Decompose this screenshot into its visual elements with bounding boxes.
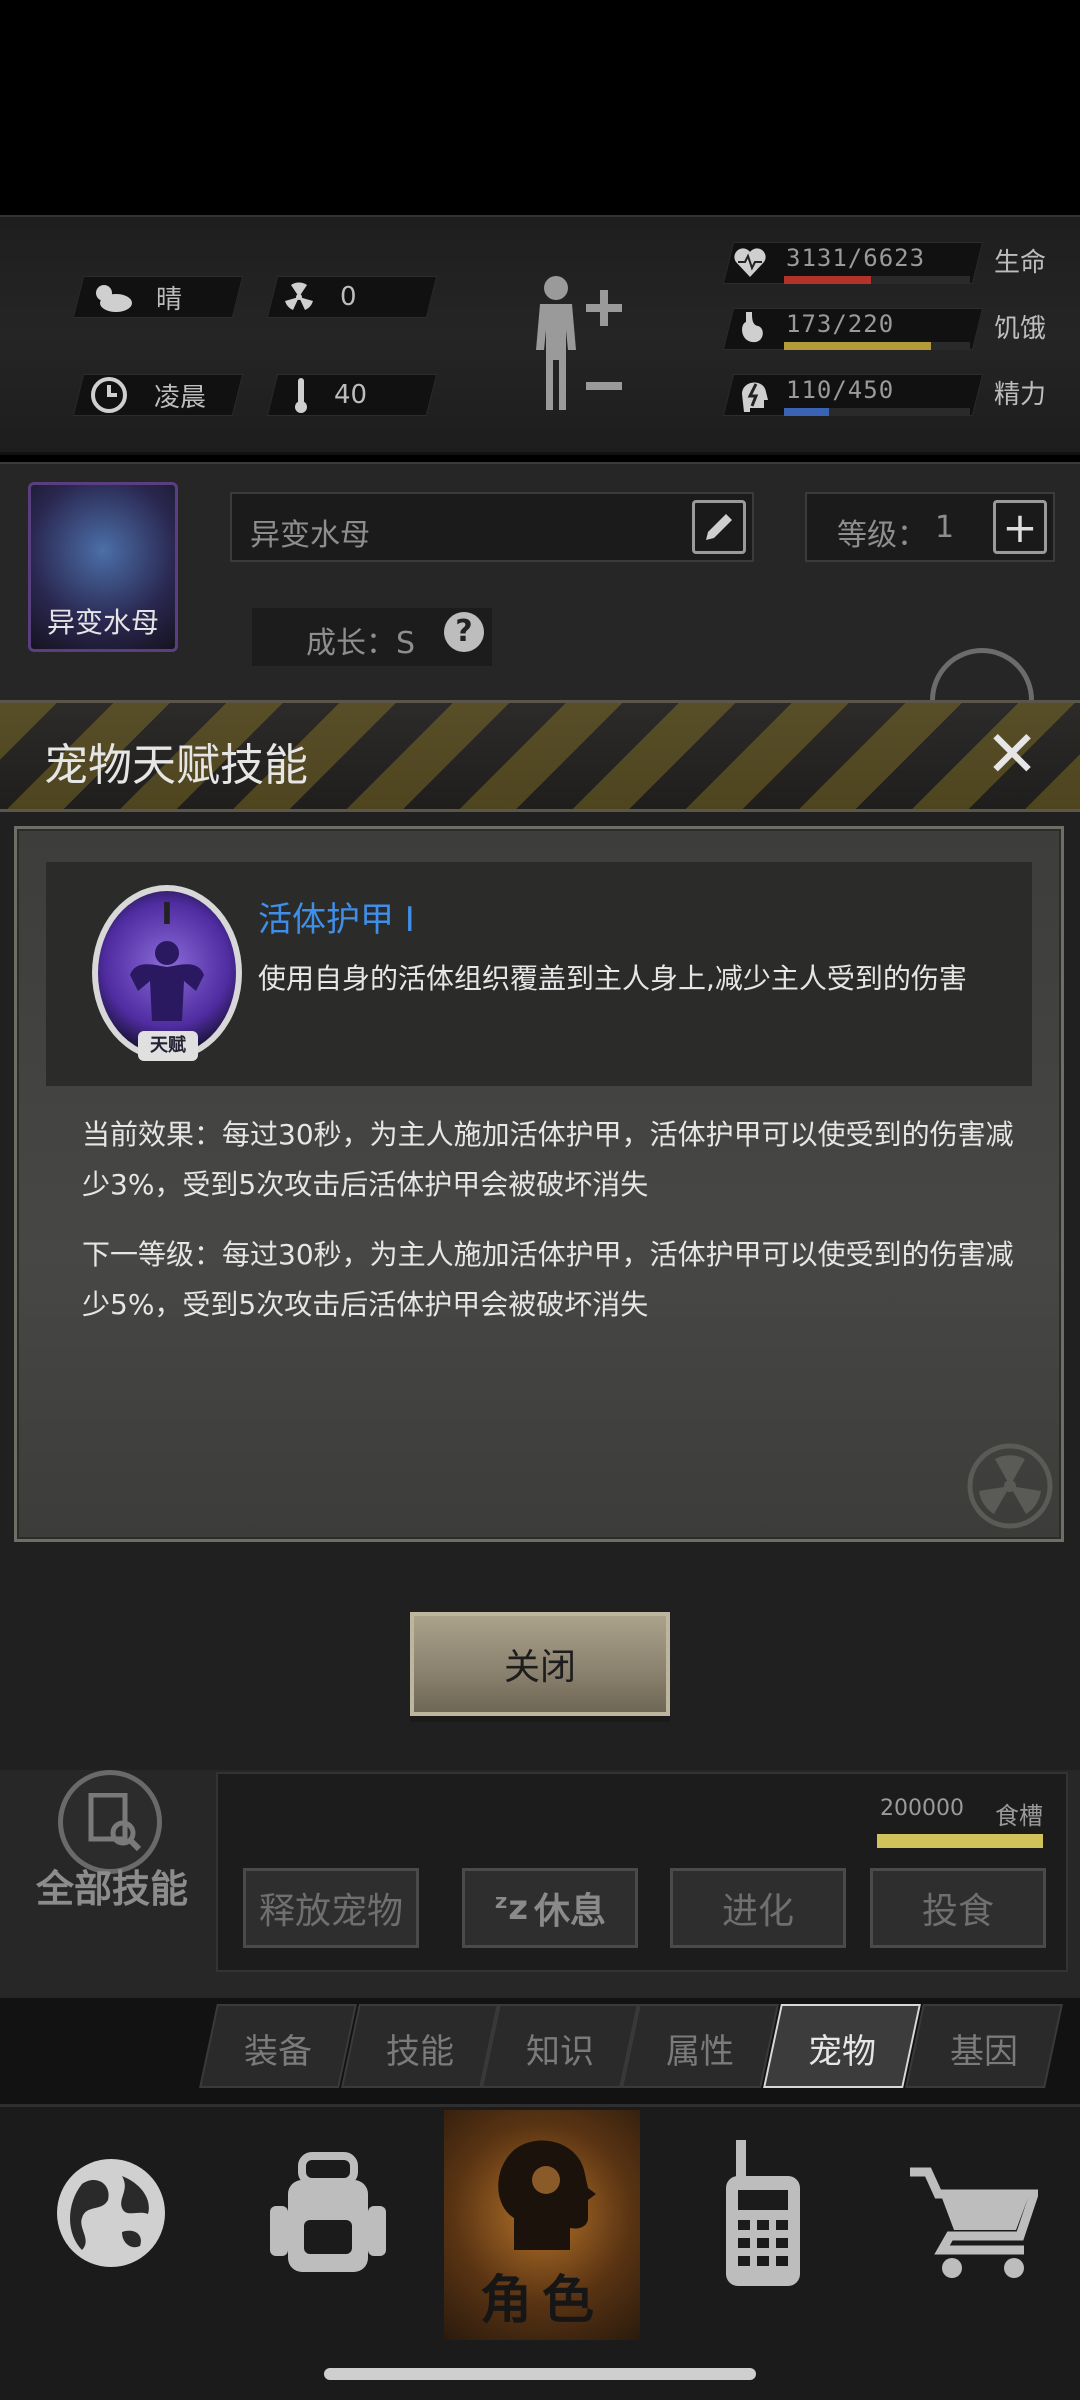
- temperature-value: 40: [334, 380, 368, 410]
- stomach-icon: [742, 312, 763, 343]
- nav-backpack[interactable]: [228, 2110, 424, 2340]
- growth-label: 成长：S: [306, 626, 416, 661]
- close-button[interactable]: 关闭: [410, 1612, 670, 1716]
- head-profile-icon: [498, 2140, 596, 2250]
- pet-name-text: 异变水母: [250, 518, 370, 553]
- globe-icon: [57, 2159, 165, 2267]
- pet-level-box: 等级： 1 +: [805, 492, 1055, 562]
- tab-pet[interactable]: 宠物: [772, 2024, 912, 2073]
- radiation-watermark-icon: [967, 1443, 1053, 1529]
- skill-icon: I 天赋: [92, 885, 242, 1061]
- close-icon[interactable]: ✕: [980, 723, 1044, 789]
- energy-bar: [784, 408, 970, 416]
- energy-label: 精力: [994, 380, 1047, 410]
- thermometer-icon: [295, 378, 307, 413]
- energy-value: 110/450: [786, 376, 895, 404]
- tab-attributes[interactable]: 属性: [630, 2024, 770, 2073]
- clock-icon: [91, 377, 127, 413]
- hunger-label: 饥饿: [994, 314, 1047, 344]
- document-search-icon: [88, 1793, 142, 1852]
- pet-name-field[interactable]: 异变水母: [230, 492, 754, 562]
- skill-icon-tag: 天赋: [138, 1031, 198, 1061]
- help-icon[interactable]: ?: [444, 612, 484, 652]
- hunger-bar: [784, 342, 970, 350]
- modal-title: 宠物天赋技能: [44, 740, 308, 791]
- all-skills-label[interactable]: 全部技能: [36, 1858, 188, 1913]
- health-bar: [784, 276, 970, 284]
- tab-skills[interactable]: 技能: [350, 2024, 490, 2073]
- edit-name-button[interactable]: [692, 500, 746, 554]
- evolve-button[interactable]: 进化: [670, 1868, 846, 1948]
- muscle-figure-icon: [130, 941, 204, 1021]
- nav-character-label: 角色: [479, 2271, 604, 2331]
- home-indicator[interactable]: [324, 2368, 756, 2380]
- heart-pulse-icon: [734, 248, 766, 277]
- food-label: 食槽: [995, 1802, 1043, 1830]
- nav-shop[interactable]: [872, 2110, 1068, 2340]
- pet-avatar[interactable]: 异变水母: [28, 482, 178, 652]
- tab-knowledge[interactable]: 知识: [490, 2024, 630, 2073]
- sleep-zz-icon: ᶻz: [494, 1888, 528, 1928]
- shopping-cart-icon: [910, 2167, 1038, 2278]
- release-pet-button[interactable]: 释放宠物: [243, 1868, 419, 1948]
- plus-icon: +: [1002, 502, 1038, 552]
- body-status-button[interactable]: [526, 270, 626, 420]
- food-value: 200000: [880, 1796, 964, 1821]
- level-up-button[interactable]: +: [993, 500, 1047, 554]
- rest-label: 休息: [533, 1891, 606, 1932]
- backpack-icon: [270, 2152, 386, 2272]
- hunger-value: 173/220: [786, 310, 895, 338]
- skill-description: 使用自身的活体组织覆盖到主人身上,减少主人受到的伤害: [258, 962, 967, 995]
- pet-avatar-name: 异变水母: [46, 606, 159, 639]
- level-label: 等级：: [837, 518, 927, 553]
- skill-name: 活体护甲 I: [258, 900, 415, 940]
- pencil-icon: [706, 514, 732, 540]
- weather-value: 晴: [156, 284, 183, 315]
- rest-button[interactable]: ᶻz 休息: [462, 1868, 638, 1948]
- cloud-sun-icon: [96, 285, 132, 312]
- food-bar: [877, 1834, 1043, 1848]
- health-label: 生命: [994, 248, 1047, 278]
- nav-world[interactable]: [12, 2110, 208, 2340]
- health-value: 3131/6623: [786, 244, 926, 272]
- next-level-text: 下一等级：每过30秒，为主人施加活体护甲，活体护甲可以使受到的伤害减少5%，受到…: [82, 1238, 1014, 1321]
- radiation-icon: [285, 282, 313, 310]
- human-body-icon: [536, 276, 622, 410]
- time-value: 凌晨: [154, 382, 207, 413]
- current-effect-text: 当前效果：每过30秒，为主人施加活体护甲，活体护甲可以使受到的伤害减少3%，受到…: [82, 1118, 1014, 1201]
- nav-character[interactable]: 角色: [444, 2110, 640, 2340]
- level-value: 1: [935, 510, 955, 545]
- nav-radio[interactable]: [660, 2110, 856, 2340]
- tab-genes[interactable]: 基因: [914, 2024, 1054, 2073]
- tab-equipment[interactable]: 装备: [208, 2024, 348, 2073]
- walkie-talkie-icon: [726, 2140, 800, 2286]
- energy-head-icon: [742, 382, 768, 412]
- modal-header: 宠物天赋技能 ✕: [0, 700, 1080, 812]
- radiation-value: 0: [340, 282, 357, 312]
- skill-icon-numeral: I: [161, 897, 173, 932]
- feed-button[interactable]: 投食: [870, 1868, 1046, 1948]
